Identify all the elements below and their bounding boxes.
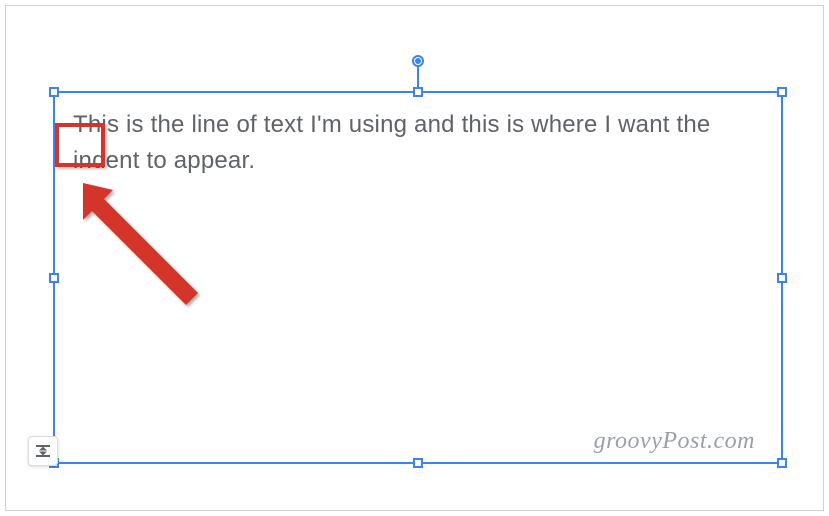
resize-handle-top-middle[interactable] — [413, 87, 423, 97]
cursor-position-highlight-annotation — [55, 123, 105, 167]
watermark-text: groovyPost.com — [594, 428, 755, 455]
text-box-content[interactable]: This is the line of text I'm using and t… — [73, 107, 763, 179]
rotate-handle[interactable] — [412, 55, 424, 67]
arrow-annotation-icon — [78, 178, 218, 323]
resize-handle-top-left[interactable] — [49, 87, 59, 97]
resize-handle-bottom-right[interactable] — [777, 458, 787, 468]
resize-handle-middle-left[interactable] — [49, 273, 59, 283]
resize-handle-bottom-middle[interactable] — [413, 458, 423, 468]
resize-handle-middle-right[interactable] — [777, 273, 787, 283]
autofit-icon — [34, 442, 52, 460]
resize-handle-top-right[interactable] — [777, 87, 787, 97]
autofit-options-button[interactable] — [28, 436, 58, 466]
